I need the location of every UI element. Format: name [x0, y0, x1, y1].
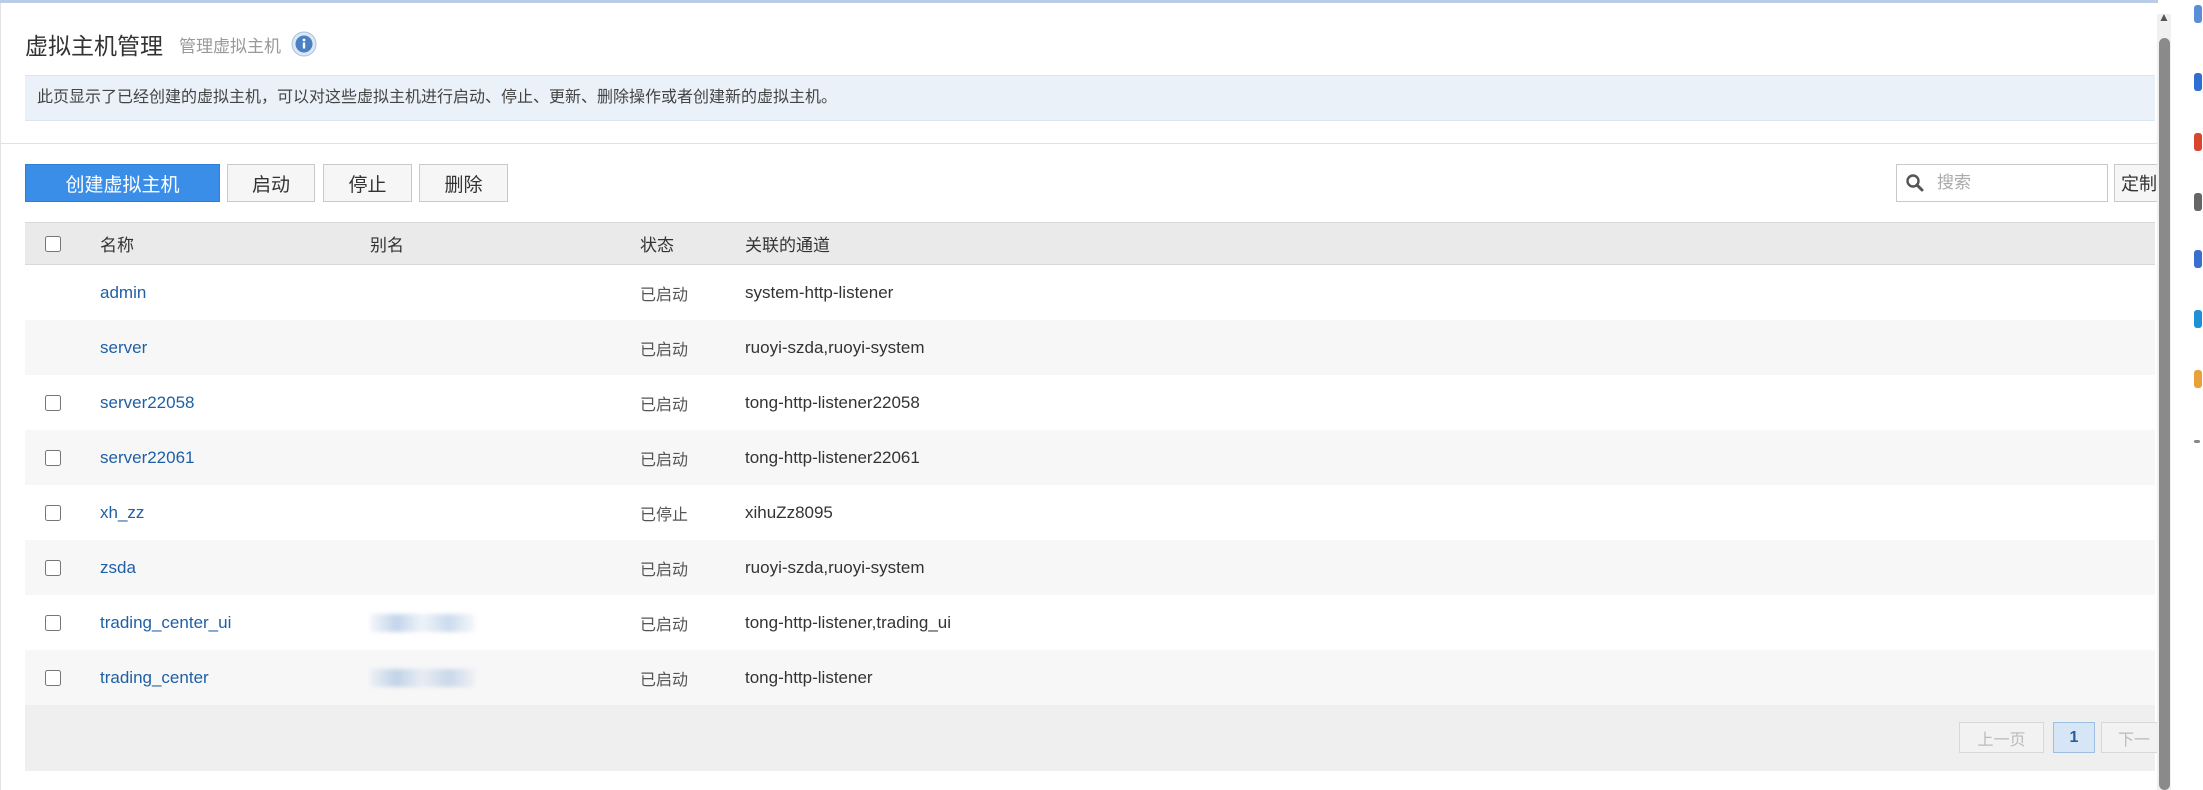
table-row: server22061 已启动 tong-http-listener22061 — [25, 430, 2155, 485]
sidebar-icon-1[interactable] — [2194, 5, 2202, 23]
divider — [1, 143, 2158, 144]
customize-button[interactable]: 定制 — [2114, 164, 2158, 202]
next-page-button[interactable]: 下一 — [2101, 722, 2158, 753]
column-header-alias[interactable]: 别名 — [370, 223, 404, 264]
table-row: zsda 已启动 ruoyi-szda,ruoyi-system — [25, 540, 2155, 595]
search-icon — [1906, 174, 1924, 192]
host-channel: system-http-listener — [745, 282, 894, 302]
host-status: 已启动 — [640, 394, 689, 414]
scroll-up-arrow-icon[interactable]: ▲ — [2158, 10, 2170, 24]
host-channel: tong-http-listener22061 — [745, 447, 920, 467]
column-header-channel[interactable]: 关联的通道 — [745, 223, 830, 264]
host-status: 已启动 — [640, 284, 689, 304]
host-status: 已启动 — [640, 669, 689, 689]
table-row: xh_zz 已停止 xihuZz8095 — [25, 485, 2155, 540]
host-channel: tong-http-listener22058 — [745, 392, 920, 412]
sidebar-icon-6[interactable] — [2194, 310, 2202, 328]
table-body: admin 已启动 system-http-listener server 已启… — [25, 265, 2155, 705]
row-checkbox[interactable] — [45, 394, 61, 411]
sidebar-icon-2[interactable] — [2194, 73, 2202, 91]
redacted-alias — [370, 613, 475, 632]
table-header: 名称 别名 状态 关联的通道 — [25, 222, 2155, 265]
scrollbar-thumb[interactable] — [2159, 38, 2170, 790]
host-name-link[interactable]: server — [100, 338, 147, 358]
table-row: trading_center 已启动 tong-http-listener — [25, 650, 2155, 705]
host-name-link[interactable]: zsda — [100, 558, 136, 578]
host-channel: ruoyi-szda,ruoyi-system — [745, 557, 925, 577]
info-icon[interactable] — [291, 31, 317, 57]
table-row: admin 已启动 system-http-listener — [25, 265, 2155, 320]
title-row: 虚拟主机管理 管理虚拟主机 — [25, 27, 317, 61]
sidebar-icon-7[interactable] — [2194, 370, 2202, 388]
sidebar-icon-4[interactable] — [2194, 193, 2202, 211]
page-subtitle: 管理虚拟主机 — [179, 36, 281, 56]
host-name-link[interactable]: trading_center — [100, 668, 209, 688]
row-checkbox[interactable] — [45, 504, 61, 521]
host-status: 已启动 — [640, 559, 689, 579]
sidebar-icon-3[interactable] — [2194, 133, 2202, 151]
row-checkbox[interactable] — [45, 559, 61, 576]
host-name-link[interactable]: server22058 — [100, 393, 195, 413]
create-virtual-host-button[interactable]: 创建虚拟主机 — [25, 164, 220, 202]
page-1-button[interactable]: 1 — [2053, 722, 2095, 753]
host-channel: tong-http-listener,trading_ui — [745, 612, 952, 632]
host-channel: tong-http-listener — [745, 667, 873, 687]
host-status: 已启动 — [640, 614, 689, 634]
row-checkbox[interactable] — [45, 614, 61, 631]
delete-button[interactable]: 删除 — [419, 164, 508, 202]
table-footer: 上一页 1 下一 — [25, 705, 2158, 771]
host-channel: ruoyi-szda,ruoyi-system — [745, 337, 925, 357]
virtual-host-table: 名称 别名 状态 关联的通道 admin 已启动 system-http-lis… — [25, 222, 2155, 705]
sidebar-icon-5[interactable] — [2194, 250, 2202, 268]
start-button[interactable]: 启动 — [227, 164, 315, 202]
stop-button[interactable]: 停止 — [323, 164, 412, 202]
row-checkbox[interactable] — [45, 669, 61, 686]
search-box — [1896, 164, 2108, 202]
table-row: server 已启动 ruoyi-szda,ruoyi-system — [25, 320, 2155, 375]
page-title: 虚拟主机管理 — [25, 34, 163, 60]
sidebar-icon-8[interactable] — [2194, 440, 2200, 443]
host-name-link[interactable]: admin — [100, 283, 146, 303]
content-panel: 虚拟主机管理 管理虚拟主机 此页显示了已经创建的虚拟主机，可以对这些虚拟主机进行… — [0, 3, 2158, 790]
select-all-checkbox[interactable] — [45, 235, 61, 252]
host-name-link[interactable]: trading_center_ui — [100, 613, 231, 633]
column-header-name[interactable]: 名称 — [100, 223, 134, 264]
prev-page-button[interactable]: 上一页 — [1959, 722, 2044, 753]
host-status: 已启动 — [640, 339, 689, 359]
redacted-alias — [370, 668, 475, 687]
host-status: 已停止 — [640, 504, 689, 524]
host-name-link[interactable]: xh_zz — [100, 503, 144, 523]
host-status: 已启动 — [640, 449, 689, 469]
column-header-status[interactable]: 状态 — [640, 223, 674, 264]
host-channel: xihuZz8095 — [745, 502, 833, 522]
description-bar: 此页显示了已经创建的虚拟主机，可以对这些虚拟主机进行启动、停止、更新、删除操作或… — [25, 75, 2155, 121]
row-checkbox[interactable] — [45, 449, 61, 466]
host-name-link[interactable]: server22061 — [100, 448, 195, 468]
table-row: trading_center_ui 已启动 tong-http-listener… — [25, 595, 2155, 650]
table-row: server22058 已启动 tong-http-listener22058 — [25, 375, 2155, 430]
search-input[interactable] — [1935, 172, 2099, 194]
